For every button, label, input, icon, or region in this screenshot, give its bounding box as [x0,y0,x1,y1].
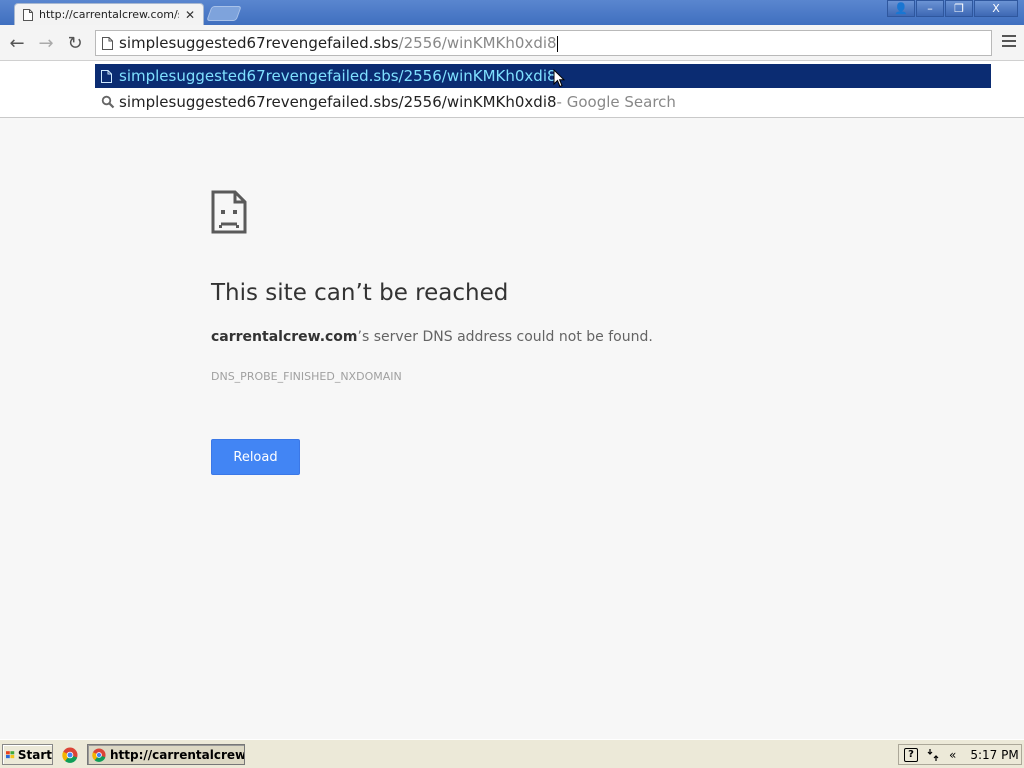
text-caret [556,35,558,52]
windows-logo-icon [6,750,15,758]
title-bar: http://carrentalcrew.com/sto ✕ 👤 – ❐ X [0,0,1024,25]
chrome-quicklaunch-icon[interactable] [62,747,78,763]
tab-close-icon[interactable]: ✕ [185,8,195,22]
url-path: /2556/winKMKh0xdi8 [398,34,557,52]
page-icon [101,69,112,83]
taskbar-window-chrome[interactable]: http://carrentalcrew.... [87,744,245,765]
close-window-button[interactable]: X [974,0,1018,17]
minimize-button[interactable]: – [916,0,944,17]
url-host: simplesuggested67revengefailed.sbs [119,34,399,52]
menu-icon[interactable] [1002,35,1016,50]
reload-icon[interactable]: ↻ [64,32,86,54]
browser-toolbar: ← → ↻ simplesuggested67revengefailed.sbs… [0,25,1024,61]
start-label: Start [17,747,52,762]
error-host: carrentalcrew.com [211,329,358,345]
taskbar-window-label: http://carrentalcrew.... [110,747,244,762]
clock: 5:17 PM [970,747,1019,762]
page-icon [102,36,113,50]
page-icon [23,8,33,21]
system-tray: ? « 5:17 PM [898,744,1022,765]
sad-page-icon [211,190,247,234]
suggestion-text: simplesuggested67revengefailed.sbs/2556/… [119,67,557,85]
network-icon[interactable] [927,748,939,762]
address-text: simplesuggested67revengefailed.sbs/2556/… [119,34,558,52]
restore-button[interactable]: ❐ [945,0,973,17]
window-controls: 👤 – ❐ X [886,0,1018,17]
new-tab-button[interactable] [206,6,242,21]
error-code: DNS_PROBE_FINISHED_NXDOMAIN [211,370,402,383]
reload-button[interactable]: Reload [211,439,300,475]
suggestion-suffix: - Google Search [556,93,676,111]
chrome-icon [92,747,106,762]
profile-button[interactable]: 👤 [887,0,915,17]
error-description: carrentalcrew.com’s server DNS address c… [211,329,653,345]
suggestion-url[interactable]: simplesuggested67revengefailed.sbs/2556/… [95,64,991,88]
browser-tab[interactable]: http://carrentalcrew.com/sto ✕ [14,3,204,25]
tab-title: http://carrentalcrew.com/sto [39,8,179,21]
start-button[interactable]: Start [2,744,53,765]
suggestion-search[interactable]: simplesuggested67revengefailed.sbs/2556/… [95,90,991,114]
back-button[interactable]: ← [6,32,28,54]
help-icon[interactable]: ? [904,747,918,762]
forward-button[interactable]: → [35,32,57,54]
suggestion-text: simplesuggested67revengefailed.sbs/2556/… [119,93,557,111]
error-message: ’s server DNS address could not be found… [357,329,653,345]
mouse-cursor-icon [553,69,565,88]
search-icon [101,95,115,109]
error-title: This site can’t be reached [211,280,509,306]
autocomplete-dropdown: simplesuggested67revengefailed.sbs/2556/… [0,61,1024,118]
address-bar[interactable]: simplesuggested67revengefailed.sbs/2556/… [95,30,992,56]
taskbar: Start http://carrentalcrew.... ? « 5:17 … [0,739,1024,768]
show-hidden-icons-button[interactable]: « [949,748,956,762]
